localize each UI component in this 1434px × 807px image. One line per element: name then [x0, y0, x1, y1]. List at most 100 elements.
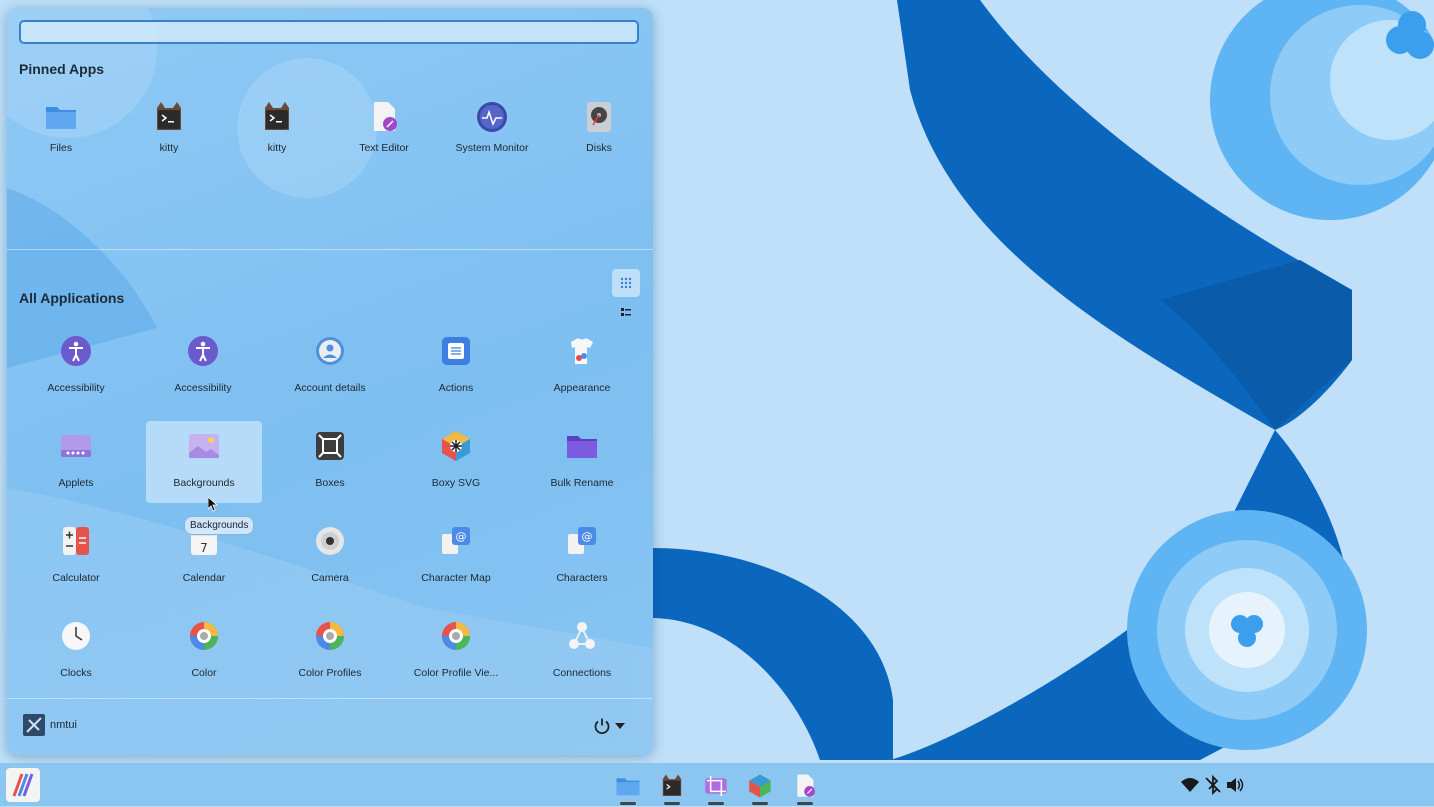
app-color[interactable]: Color [146, 611, 262, 693]
mouse-cursor [208, 497, 218, 512]
app-label: Text Editor [359, 142, 409, 154]
app-calculator[interactable]: Calculator [18, 516, 134, 598]
svg-text:7: 7 [200, 541, 208, 555]
pinned-app-kitty-2[interactable]: kitty [223, 100, 331, 162]
app-label: Bulk Rename [550, 477, 614, 489]
app-label: Applets [58, 477, 94, 489]
all-applications-title: All Applications [19, 290, 125, 306]
app-label: Boxy SVG [431, 477, 481, 489]
running-indicator [620, 802, 636, 805]
running-indicator [664, 802, 680, 805]
color-icon [190, 622, 218, 650]
pinned-app-disks[interactable]: Disks [545, 100, 653, 162]
user-name: nmtui [50, 719, 77, 731]
app-boxy-svg[interactable]: Boxy SVG [398, 421, 514, 503]
svg-text:@: @ [582, 530, 593, 543]
start-menu-button[interactable] [6, 768, 40, 802]
section-divider [7, 249, 653, 250]
app-actions[interactable]: Actions [398, 326, 514, 408]
pinned-app-files[interactable]: Files [7, 100, 115, 162]
app-label: Boxes [315, 477, 345, 489]
app-account-details[interactable]: Account details [272, 326, 388, 408]
chevron-down-icon [615, 723, 625, 729]
taskbar-screenshot[interactable] [703, 773, 729, 805]
tooltip: Backgrounds [184, 516, 255, 535]
grid-icon [620, 277, 632, 289]
kitty-terminal-icon [662, 774, 682, 796]
app-applets[interactable]: Applets [18, 421, 134, 503]
calculator-icon [63, 527, 89, 555]
accessibility-icon [188, 336, 218, 366]
bulk-rename-icon [567, 436, 597, 458]
app-label: kitty [159, 142, 179, 154]
taskbar-package[interactable] [747, 773, 773, 805]
app-character-map[interactable]: @ Character Map [398, 516, 514, 598]
color-icon [442, 622, 470, 650]
app-label: Characters [556, 572, 608, 584]
app-label: Camera [311, 572, 349, 584]
appearance-icon [571, 338, 593, 364]
app-label: Actions [438, 382, 474, 394]
applets-icon [61, 435, 91, 457]
taskbar-kitty[interactable] [659, 773, 685, 805]
app-label: Disks [586, 142, 612, 154]
package-icon [749, 774, 771, 798]
character-map-icon: @ [442, 527, 470, 554]
pinned-app-system-monitor[interactable]: System Monitor [438, 100, 546, 162]
app-connections[interactable]: Connections [524, 611, 640, 693]
system-monitor-icon [477, 102, 507, 132]
taskbar-text-editor[interactable] [792, 773, 818, 805]
color-icon [316, 622, 344, 650]
text-editor-icon [374, 102, 397, 131]
app-label: Accessibility [174, 382, 232, 394]
pinned-app-text-editor[interactable]: Text Editor [330, 100, 438, 162]
app-launcher-panel: Pinned Apps Files kitty kitty Text Edito… [7, 8, 653, 755]
svg-text:@: @ [456, 530, 467, 543]
files-icon [616, 778, 640, 796]
running-indicator [797, 802, 813, 805]
app-characters[interactable]: @ Characters [524, 516, 640, 598]
power-icon [594, 718, 610, 735]
backgrounds-icon [189, 434, 219, 458]
connections-icon [569, 622, 595, 649]
user-button[interactable]: nmtui [23, 714, 77, 736]
taskbar-files[interactable] [615, 773, 641, 805]
actions-icon [442, 337, 470, 365]
app-launcher-icon [6, 768, 40, 802]
kitty-terminal-icon [157, 102, 181, 130]
app-accessibility-2[interactable]: Accessibility [145, 326, 261, 408]
app-label: Backgrounds [173, 477, 235, 489]
characters-icon: @ [568, 527, 596, 554]
grid-view-button[interactable] [612, 269, 640, 297]
running-indicator [752, 802, 768, 805]
disks-icon [587, 102, 611, 132]
app-bulk-rename[interactable]: Bulk Rename [524, 421, 640, 503]
app-appearance[interactable]: Appearance [524, 326, 640, 408]
search-input[interactable] [19, 20, 639, 44]
bluetooth-off-icon[interactable] [1203, 775, 1223, 795]
text-editor-icon [797, 774, 815, 797]
app-camera[interactable]: Camera [272, 516, 388, 598]
app-color-profiles[interactable]: Color Profiles [272, 611, 388, 693]
accessibility-icon [61, 336, 91, 366]
kitty-terminal-icon [265, 102, 289, 130]
app-label: kitty [267, 142, 287, 154]
app-label: Color [191, 667, 217, 679]
app-clocks[interactable]: Clocks [18, 611, 134, 693]
app-accessibility[interactable]: Accessibility [18, 326, 134, 408]
app-color-profile-viewer[interactable]: Color Profile Vie... [398, 611, 514, 693]
camera-icon [316, 527, 344, 555]
volume-icon[interactable] [1225, 775, 1245, 795]
app-label: Account details [294, 382, 366, 394]
app-boxes[interactable]: Boxes [272, 421, 388, 503]
pinned-app-kitty[interactable]: kitty [115, 100, 223, 162]
app-backgrounds[interactable]: Backgrounds [146, 421, 262, 503]
app-label: Color Profile Vie... [413, 667, 499, 679]
app-label: Accessibility [47, 382, 105, 394]
app-label: Character Map [421, 572, 491, 584]
wifi-icon[interactable] [1180, 775, 1200, 795]
list-view-button[interactable] [612, 298, 640, 326]
app-label: Appearance [553, 382, 611, 394]
power-menu-button[interactable] [593, 714, 637, 738]
account-icon [316, 337, 344, 365]
